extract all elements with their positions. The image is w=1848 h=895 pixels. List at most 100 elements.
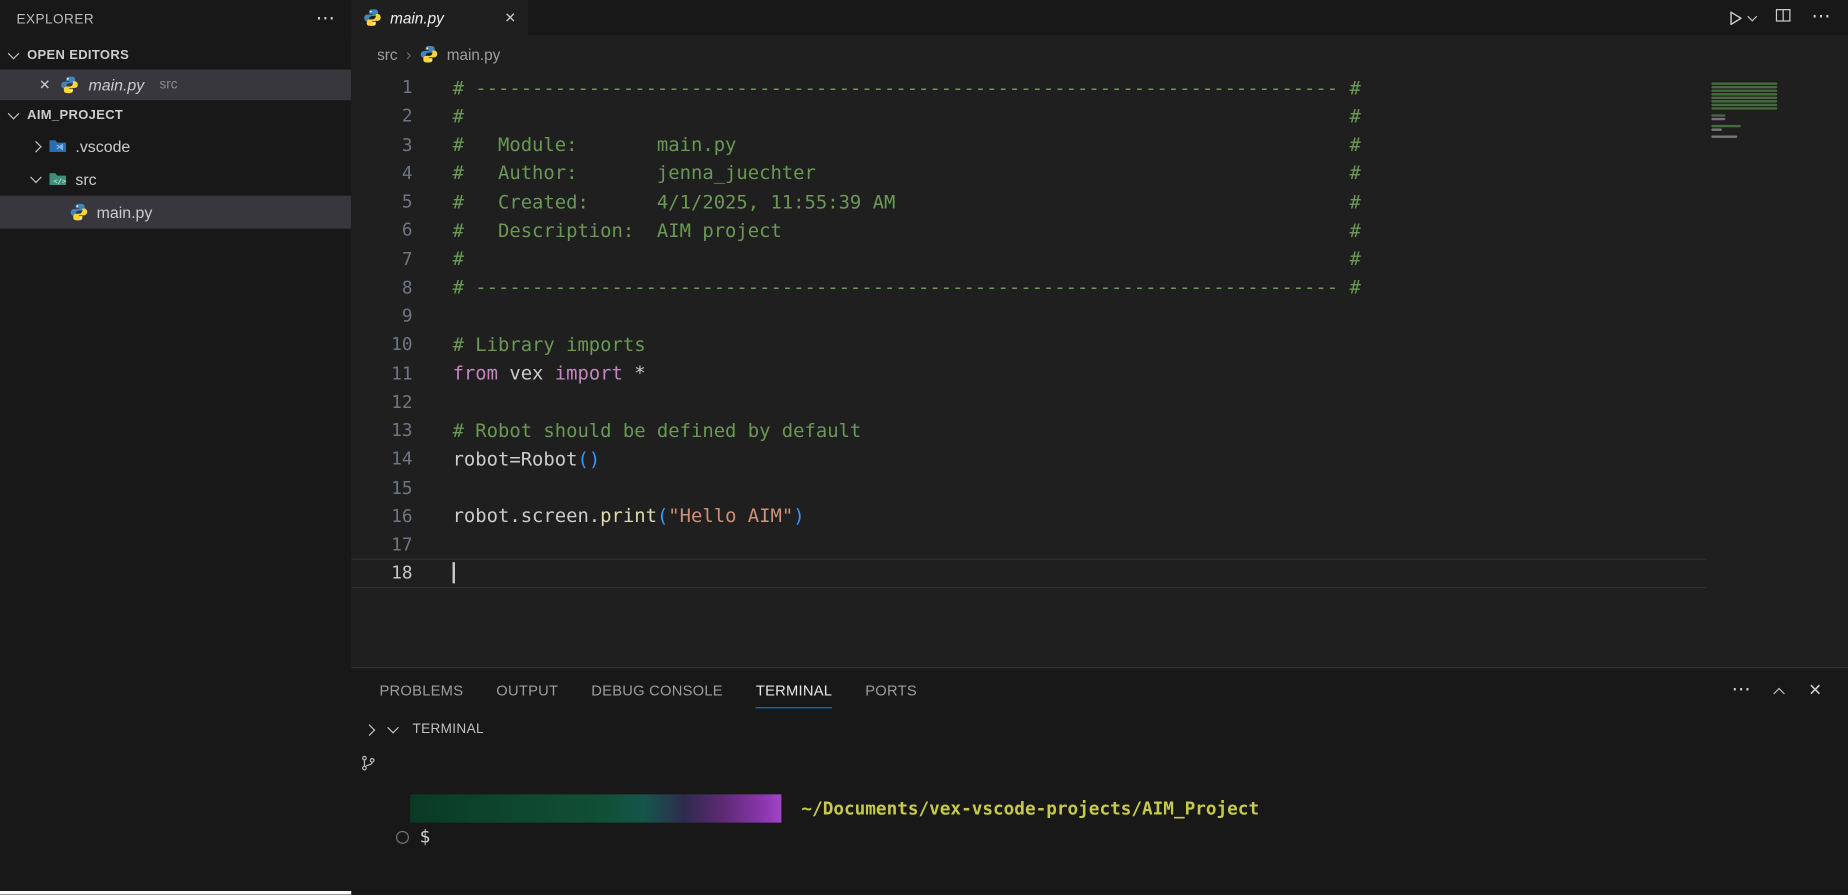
src-folder-icon: </> [48, 170, 67, 189]
chevron-right-icon [30, 140, 42, 152]
line-number[interactable]: 3 [351, 134, 412, 155]
breadcrumb: src › main.py [351, 35, 1848, 73]
chevron-up-icon[interactable] [1774, 687, 1786, 699]
open-editors-label: OPEN EDITORS [27, 48, 129, 62]
panel-tabs-row: PROBLEMS OUTPUT DEBUG CONSOLE TERMINAL PORTS… [351, 668, 1848, 712]
code-text: robot=Robot() [453, 448, 601, 470]
code-line[interactable]: 12 [351, 387, 1848, 416]
terminal-section-title: TERMINAL [412, 722, 483, 736]
code-line[interactable]: 17 [351, 530, 1848, 559]
code-line[interactable]: 11 from vex import * [351, 359, 1848, 388]
line-number[interactable]: 9 [351, 305, 412, 326]
breadcrumb-file[interactable]: main.py [447, 45, 501, 63]
chevron-right-icon[interactable] [364, 724, 376, 736]
vscode-window: EXPLORER ⋯ OPEN EDITORS ✕ main.py src AI… [0, 0, 1848, 895]
code-line[interactable]: 18 [351, 559, 1706, 588]
open-editor-folder-detail: src [160, 78, 178, 92]
code-text: # Module: main.py # [453, 133, 1361, 155]
terminal-prompt-line: ~/Documents/vex-vscode-projects/AIM_Proj… [410, 794, 1259, 822]
line-number[interactable]: 6 [351, 220, 412, 241]
open-editor-filename: main.py [88, 76, 144, 94]
line-number[interactable]: 17 [351, 534, 412, 555]
code-text: # # [453, 105, 1361, 127]
run-button[interactable] [1726, 9, 1755, 27]
python-icon [60, 75, 79, 94]
panel-tab-output[interactable]: OUTPUT [496, 668, 558, 712]
line-number[interactable]: 8 [351, 277, 412, 298]
minimap-line [1711, 86, 1777, 88]
chevron-down-icon[interactable] [387, 722, 399, 734]
code-line[interactable]: 7# # [351, 245, 1848, 274]
code-text: # --------------------------------------… [453, 276, 1361, 298]
line-number[interactable]: 18 [351, 563, 412, 584]
panel-tab-problems[interactable]: PROBLEMS [379, 668, 463, 712]
code-line[interactable]: 8 # -------------------------------------… [351, 273, 1848, 302]
minimap-line [1711, 90, 1777, 92]
bottom-edge-strip [0, 891, 351, 895]
open-editor-item-main-py[interactable]: ✕ main.py src [0, 70, 351, 101]
code-line[interactable]: 16robot.screen.print("Hello AIM") [351, 502, 1848, 531]
code-line[interactable]: 10# Library imports [351, 330, 1848, 359]
code-line[interactable]: 6# Description: AIM project # [351, 216, 1848, 245]
close-icon[interactable]: ✕ [39, 78, 51, 92]
panel-tab-terminal[interactable]: TERMINAL [756, 668, 832, 712]
panel-tab-ports[interactable]: PORTS [865, 668, 917, 712]
line-number[interactable]: 5 [351, 191, 412, 212]
code-line[interactable]: 9 [351, 302, 1848, 331]
project-section-header[interactable]: AIM_PROJECT [0, 100, 351, 129]
python-icon [420, 45, 439, 64]
panel-close-button[interactable]: ✕ [1808, 680, 1822, 700]
code-line[interactable]: 13# Robot should be defined by default [351, 416, 1848, 445]
editor-actions: ⋯ [1726, 0, 1848, 35]
breadcrumb-folder[interactable]: src [377, 45, 397, 63]
tree-item-src-folder[interactable]: </> src [0, 163, 351, 196]
tree-item-vscode-folder[interactable]: .vscode [0, 130, 351, 163]
tab-close-icon[interactable]: ✕ [504, 9, 516, 25]
code-text: from vex import * [453, 362, 646, 384]
run-dropdown-chevron-icon[interactable] [1747, 11, 1756, 20]
code-line[interactable]: 14 robot=Robot() [351, 445, 1848, 474]
chevron-down-icon [8, 47, 20, 59]
code-text [453, 562, 455, 584]
line-number[interactable]: 16 [351, 505, 412, 526]
minimap-line [1711, 114, 1725, 116]
line-number[interactable]: 1 [351, 77, 412, 98]
command-decoration-icon[interactable] [396, 830, 409, 843]
open-editors-section-header[interactable]: OPEN EDITORS [0, 40, 351, 69]
code-line[interactable]: 1# -------------------------------------… [351, 73, 1848, 102]
code-editor[interactable]: 1 # -------------------------------------… [351, 73, 1848, 667]
explorer-sidebar: EXPLORER ⋯ OPEN EDITORS ✕ main.py src AI… [0, 0, 351, 895]
code-line[interactable]: 3 # Module: main.py # [351, 130, 1848, 159]
code-line[interactable]: 4# Author: jenna_juechter # [351, 159, 1848, 188]
tab-label: main.py [390, 9, 444, 27]
panel-more-button[interactable]: ⋯ [1732, 681, 1751, 700]
line-number[interactable]: 2 [351, 105, 412, 126]
svg-text:</>: </> [53, 176, 67, 185]
line-number[interactable]: 15 [351, 477, 412, 498]
line-number[interactable]: 12 [351, 391, 412, 412]
code-line[interactable]: 2 # # [351, 102, 1848, 131]
python-icon [70, 203, 89, 222]
line-number[interactable]: 10 [351, 334, 412, 355]
line-number[interactable]: 14 [351, 448, 412, 469]
terminal-input-line[interactable]: $ [396, 826, 430, 847]
line-number[interactable]: 4 [351, 162, 412, 183]
code-line[interactable]: 5# Created: 4/1/2025, 11:55:39 AM # [351, 187, 1848, 216]
chevron-down-icon [30, 172, 42, 184]
tree-item-main-py[interactable]: main.py [0, 196, 351, 229]
explorer-title: EXPLORER [16, 13, 94, 27]
line-number[interactable]: 13 [351, 420, 412, 441]
editor-more-button[interactable]: ⋯ [1811, 8, 1830, 27]
minimap[interactable] [1711, 82, 1793, 144]
terminal[interactable]: ~/Documents/vex-vscode-projects/AIM_Proj… [351, 747, 1848, 894]
panel-tab-debug-console[interactable]: DEBUG CONSOLE [591, 668, 723, 712]
line-number[interactable]: 11 [351, 363, 412, 384]
code-line[interactable]: 15 [351, 473, 1848, 502]
minimap-line [1711, 136, 1737, 138]
line-number[interactable]: 7 [351, 248, 412, 269]
split-editor-button[interactable] [1775, 6, 1791, 28]
editor-group: main.py ✕ ⋯ src › main.py 1 # -----------… [351, 0, 1848, 667]
explorer-more-icon[interactable]: ⋯ [316, 11, 335, 30]
tab-main-py[interactable]: main.py ✕ [351, 0, 528, 35]
terminal-prompt: $ [420, 826, 431, 847]
